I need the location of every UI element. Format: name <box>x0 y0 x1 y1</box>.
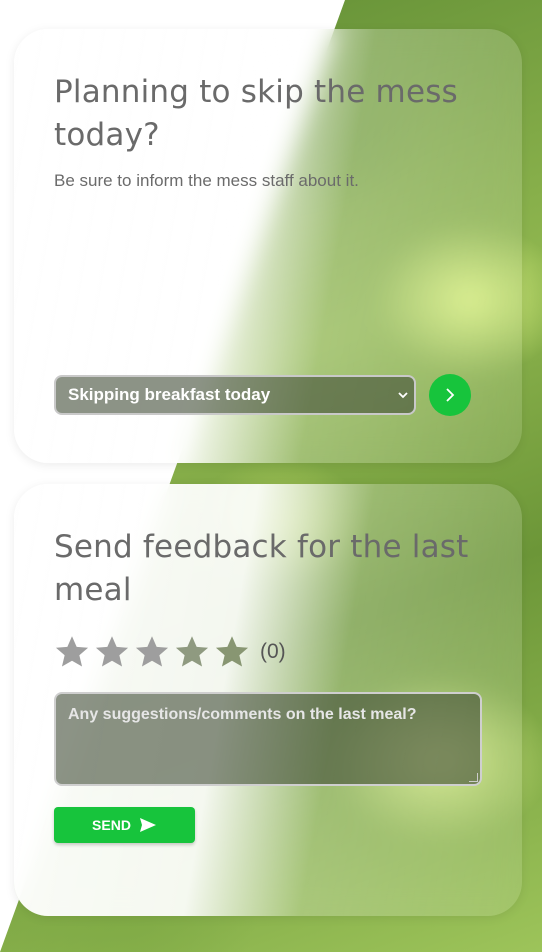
star-rating[interactable]: (0) <box>54 632 482 672</box>
rating-count: (0) <box>260 640 286 663</box>
chevron-down-icon <box>398 392 408 399</box>
star-icon[interactable] <box>174 634 210 670</box>
star-icon[interactable] <box>94 634 130 670</box>
chevron-right-icon <box>446 388 455 402</box>
comments-textarea[interactable]: Any suggestions/comments on the last mea… <box>54 692 482 786</box>
star-icon[interactable] <box>134 634 170 670</box>
send-feedback-button[interactable]: SEND <box>54 807 195 843</box>
send-button-label: SEND <box>92 817 131 833</box>
feedback-title: Send feedback for the last meal <box>54 529 469 608</box>
send-icon <box>139 818 156 832</box>
skip-meal-card: Planning to skip the mess today? Be sure… <box>14 29 522 463</box>
comments-placeholder: Any suggestions/comments on the last mea… <box>68 706 417 723</box>
skip-meal-form: Skipping breakfast today <box>54 374 471 416</box>
star-icon[interactable] <box>54 634 90 670</box>
skip-meal-select-value: Skipping breakfast today <box>68 385 271 404</box>
skip-meal-select[interactable]: Skipping breakfast today <box>54 375 416 415</box>
skip-meal-title: Planning to skip the mess today? <box>54 74 458 153</box>
submit-skip-button[interactable] <box>429 374 471 416</box>
feedback-card: Send feedback for the last meal (0) Any … <box>14 484 522 916</box>
star-icon[interactable] <box>214 634 250 670</box>
skip-meal-subtitle: Be sure to inform the mess staff about i… <box>54 171 359 190</box>
resize-handle[interactable] <box>469 773 478 782</box>
